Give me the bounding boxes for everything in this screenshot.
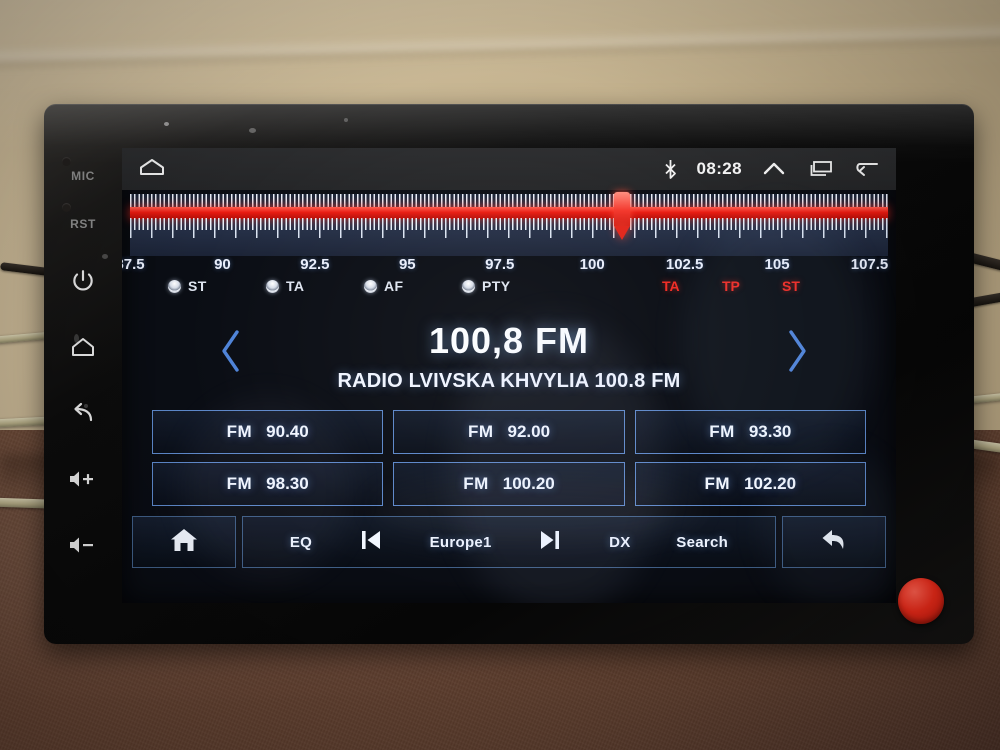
- photo-scene: MIC RST 08:28 7.5 90 92.5 95 97.5 100 10…: [0, 0, 1000, 750]
- screen-content: 08:28 7.5 90 92.5 95 97.5 100 102.5 105 …: [122, 148, 896, 603]
- bezel-speck: [344, 118, 348, 122]
- previous-track-button[interactable]: [358, 528, 384, 556]
- preset-button[interactable]: FM 98.30: [152, 462, 384, 506]
- preset-button[interactable]: FM 90.40: [152, 410, 384, 454]
- dx-button[interactable]: DX: [609, 534, 630, 551]
- status-home-button[interactable]: [138, 157, 166, 182]
- lcd-screen: 08:28 7.5 90 92.5 95 97.5 100 102.5 105 …: [122, 148, 896, 603]
- home-filled-icon: [169, 527, 199, 558]
- rds-toggle-st[interactable]: ST: [168, 278, 207, 294]
- led-icon: [266, 279, 279, 293]
- bezel-speck: [164, 122, 169, 126]
- preset-grid: FM 90.40 FM 92.00 FM 93.30 FM 98.30 FM 100.20 FM 10…: [152, 410, 866, 506]
- preset-frequency: 90.40: [266, 422, 309, 441]
- preset-frequency: 98.30: [266, 474, 309, 493]
- left-button-rail: MIC RST: [44, 104, 122, 644]
- scale-label: 87.5: [122, 256, 145, 273]
- preset-band: FM: [226, 422, 253, 441]
- rds-flag-st: ST: [782, 278, 800, 294]
- next-track-icon: [537, 528, 563, 556]
- scale-label: 107.5: [850, 256, 889, 273]
- scale-label: 95: [398, 256, 416, 273]
- preset-button[interactable]: FM 100.20: [393, 462, 625, 506]
- preset-frequency: 102.20: [744, 474, 797, 493]
- back-button[interactable]: [44, 380, 122, 446]
- preset-band: FM: [709, 422, 735, 441]
- led-icon: [364, 279, 377, 293]
- mic-label: MIC: [71, 169, 95, 183]
- toolbar-back-button[interactable]: [782, 516, 886, 568]
- rds-toggle-pty[interactable]: PTY: [462, 278, 510, 294]
- next-track-button[interactable]: [537, 528, 563, 556]
- station-name: RADIO LVIVSKA KHVYLIA 100.8 FM: [337, 370, 681, 392]
- clock: 08:28: [696, 159, 742, 178]
- led-icon: [168, 279, 181, 293]
- back-arrow-icon[interactable]: [854, 159, 880, 179]
- scale-label: 90: [214, 256, 231, 273]
- head-unit: MIC RST 08:28 7.5 90 92.5 95 97.5 100 10…: [44, 104, 974, 644]
- power-icon: [70, 268, 96, 294]
- volume-down-button[interactable]: [44, 512, 122, 578]
- mic-hole: [62, 157, 71, 166]
- reset-hole: [62, 203, 71, 212]
- frequency-scale[interactable]: [130, 192, 888, 256]
- rds-indicator-row: ST TA AF PTY TA TP ST: [122, 278, 896, 308]
- preset-button[interactable]: FM 102.20: [634, 462, 866, 506]
- scale-labels: 87.5 90 92.5 95 97.5 100 102.5 105 107.5: [122, 256, 889, 278]
- rds-toggle-label: TA: [286, 278, 305, 294]
- toolbar-home-button[interactable]: [132, 516, 236, 568]
- preset-button[interactable]: FM 93.30: [634, 410, 866, 454]
- current-frequency: 100,8 FM: [428, 320, 590, 361]
- scale-label: 105: [764, 256, 790, 273]
- rds-toggle-label: ST: [188, 278, 207, 294]
- tuner-thumb[interactable]: [613, 192, 630, 240]
- preset-frequency: 92.00: [507, 422, 551, 441]
- bezel-speck: [249, 128, 256, 133]
- rotary-knob[interactable]: [898, 578, 944, 624]
- search-button[interactable]: Search: [676, 534, 728, 551]
- chevron-up-icon[interactable]: [762, 159, 786, 179]
- back-arrow-icon: [818, 526, 850, 559]
- power-button[interactable]: [44, 248, 122, 314]
- scale-label: 97.5: [485, 256, 515, 273]
- reset-label: RST: [70, 217, 96, 231]
- bluetooth-icon: [664, 159, 677, 179]
- recent-apps-icon[interactable]: [806, 159, 834, 179]
- home-button[interactable]: [44, 314, 122, 380]
- scale-major-ticks: [130, 218, 888, 238]
- led-icon: [462, 279, 475, 293]
- thumb-body: [613, 192, 630, 226]
- toolbar-center-group: EQ Europe1 DX Search: [242, 516, 776, 568]
- home-icon: [138, 157, 166, 182]
- preset-band: FM: [463, 474, 489, 493]
- preset-band: FM: [704, 474, 731, 493]
- back-arrow-icon: [69, 401, 97, 425]
- volume-up-icon: [68, 469, 98, 489]
- android-status-bar: 08:28: [122, 148, 896, 190]
- rds-toggle-ta[interactable]: TA: [266, 278, 304, 294]
- volume-up-button[interactable]: [44, 446, 122, 512]
- preset-band: FM: [226, 474, 253, 493]
- rds-flag-ta: TA: [662, 278, 680, 294]
- rds-flag-tp: TP: [722, 278, 740, 294]
- rds-toggle-label: PTY: [482, 278, 511, 294]
- volume-down-icon: [68, 535, 98, 555]
- thumb-tip: [613, 226, 630, 240]
- home-icon: [70, 336, 96, 358]
- rds-toggle-label: AF: [384, 278, 404, 294]
- bottom-toolbar: EQ Europe1 DX Search: [132, 516, 886, 568]
- scale-label: 92.5: [300, 256, 330, 273]
- preset-band: FM: [467, 422, 494, 441]
- scale-label: 102.5: [665, 256, 704, 273]
- eq-button[interactable]: EQ: [290, 534, 312, 551]
- preset-button[interactable]: FM 92.00: [393, 410, 625, 454]
- scale-ticks-top: [130, 194, 888, 208]
- preset-frequency: 100.20: [502, 474, 555, 493]
- rds-toggle-af[interactable]: AF: [364, 278, 403, 294]
- previous-track-icon: [358, 528, 384, 556]
- preset-frequency: 93.30: [748, 422, 792, 441]
- region-button[interactable]: Europe1: [430, 534, 492, 551]
- scale-label: 100: [579, 256, 605, 273]
